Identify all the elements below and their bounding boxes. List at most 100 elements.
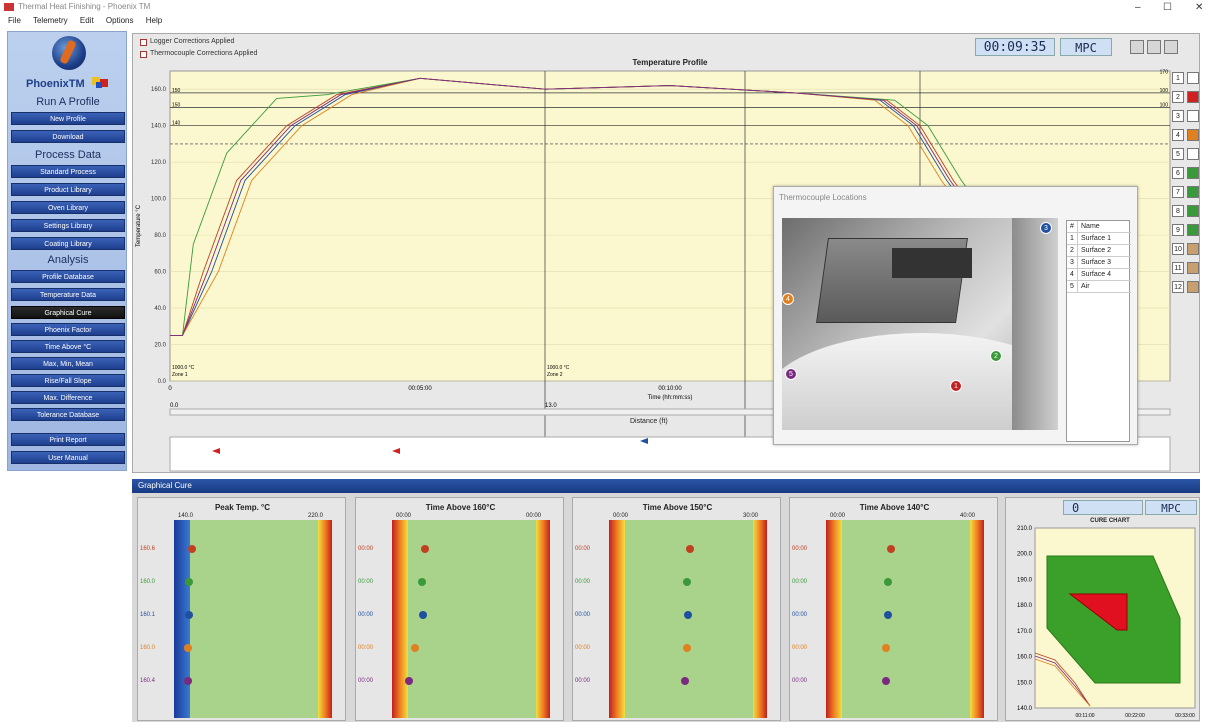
channel-color-swatch[interactable] — [1187, 186, 1199, 198]
channel-toggle-4[interactable]: 4 — [1172, 129, 1184, 141]
channel-toggle-5[interactable]: 5 — [1172, 148, 1184, 160]
minimize-button[interactable]: – — [1135, 1, 1141, 15]
nav-temperature-data[interactable]: Temperature Data — [11, 288, 125, 301]
lower-limit-band — [609, 520, 625, 718]
channel-color-swatch[interactable] — [1187, 72, 1199, 84]
app-icon — [4, 3, 14, 11]
channel-toggle-12[interactable]: 12 — [1172, 281, 1184, 293]
phoenix-logo-icon — [52, 36, 86, 70]
upper-limit-band — [318, 520, 332, 718]
nav-standard-process[interactable]: Standard Process — [11, 165, 125, 178]
close-button[interactable]: ✕ — [1195, 1, 1203, 15]
zone-temp-label: 1000.0 °C — [547, 365, 570, 371]
export-icon[interactable] — [1164, 40, 1178, 54]
nav-settings-library[interactable]: Settings Library — [11, 219, 125, 232]
zone-temp-label: 1000.0 °C — [172, 365, 195, 371]
in-spec-zone — [842, 520, 970, 718]
panel-min-label: 00:00 — [613, 513, 629, 519]
table-row[interactable]: 3 Surface 3 — [1067, 257, 1131, 269]
channel-value-label: 00:00 — [792, 546, 808, 552]
window-title: Thermal Heat Finishing - Phoenix TM — [18, 2, 151, 11]
nav-graphical-cure[interactable]: Graphical Cure — [11, 306, 125, 319]
channel-toggle-9[interactable]: 9 — [1172, 224, 1184, 236]
channel-color-swatch[interactable] — [1187, 167, 1199, 179]
menu-telemetry[interactable]: Telemetry — [33, 16, 68, 25]
channel-toggle-3[interactable]: 3 — [1172, 110, 1184, 122]
channel-result-dot — [886, 545, 895, 553]
print-icon[interactable] — [1147, 40, 1161, 54]
nav-rise-fall-slope[interactable]: Rise/Fall Slope — [11, 374, 125, 387]
x-tick-label: 00:05:00 — [408, 386, 432, 392]
nav-profile-database[interactable]: Profile Database — [11, 270, 125, 283]
cure-y-tick: 160.0 — [1017, 655, 1033, 661]
cure-panel-3: Time Above 150°C 00:00 30:00 00:00 00:00 00:0… — [572, 497, 781, 721]
marker-2: 2 — [990, 350, 1002, 362]
channel-toggle-1[interactable]: 1 — [1172, 72, 1184, 84]
panel-min-label: 00:00 — [396, 513, 412, 519]
menu-help[interactable]: Help — [146, 16, 162, 25]
channel-toggle-8[interactable]: 8 — [1172, 205, 1184, 217]
y-tick-label: 80.0 — [154, 233, 166, 239]
maximize-button[interactable]: ☐ — [1163, 1, 1172, 15]
table-row[interactable]: 1 Surface 1 — [1067, 233, 1131, 245]
nav-download[interactable]: Download — [11, 130, 125, 143]
channel-color-swatch[interactable] — [1187, 243, 1199, 255]
channel-toggle-11[interactable]: 11 — [1172, 262, 1184, 274]
channel-color-swatch[interactable] — [1187, 205, 1199, 217]
nav-print-report[interactable]: Print Report — [11, 433, 125, 446]
channel-color-swatch[interactable] — [1187, 129, 1199, 141]
menu-file[interactable]: File — [8, 16, 21, 25]
nav-new-profile[interactable]: New Profile — [11, 112, 125, 125]
nav-phoenix-factor[interactable]: Phoenix Factor — [11, 323, 125, 336]
y-tick-label: 140.0 — [151, 124, 167, 130]
channel-value-label: 00:00 — [358, 579, 374, 585]
channel-result-dot — [685, 545, 694, 553]
nav-product-library[interactable]: Product Library — [11, 183, 125, 196]
nav-oven-library[interactable]: Oven Library — [11, 201, 125, 214]
nav-tolerance-database[interactable]: Tolerance Database — [11, 408, 125, 421]
menu-edit[interactable]: Edit — [80, 16, 94, 25]
channel-result-dot — [882, 644, 890, 652]
table-header: # Name — [1067, 221, 1131, 233]
nav-max-difference[interactable]: Max. Difference — [11, 391, 125, 404]
thermocouple-corrections-checkbox[interactable] — [140, 51, 147, 58]
thermocouple-table: # Name 1 Surface 1 2 Surface 2 3 Surface 3 4… — [1066, 220, 1131, 442]
zone-name-label: Zone 1 — [172, 372, 188, 378]
dialog-title: Thermocouple Locations — [779, 193, 867, 202]
cure-x-tick: 00:33:00 — [1175, 713, 1195, 719]
channel-value-label: 160.1 — [140, 612, 156, 618]
table-row[interactable]: 2 Surface 2 — [1067, 245, 1131, 257]
channel-toggle-2[interactable]: 2 — [1172, 91, 1184, 103]
thermocouple-locations-dialog[interactable]: Thermocouple Locations 4 5 2 1 3 # Name 1… — [773, 186, 1138, 445]
panel-max-label: 00:00 — [525, 513, 541, 519]
table-row[interactable]: 5 Air — [1067, 281, 1131, 293]
y-tick-label: 0.0 — [158, 379, 167, 385]
y-tick-label: 60.0 — [154, 270, 166, 276]
cure-chart: 210.0 200.0 190.0 180.0 170.0 160.0 150.0 140.0… — [1017, 526, 1196, 719]
cure-value-display: 0 — [1063, 500, 1143, 515]
zoom-icon[interactable] — [1130, 40, 1144, 54]
channel-color-swatch[interactable] — [1187, 281, 1199, 293]
channel-toggle-7[interactable]: 7 — [1172, 186, 1184, 198]
logger-corrections-checkbox[interactable] — [140, 39, 147, 46]
cure-y-tick: 210.0 — [1017, 526, 1033, 532]
channel-color-swatch[interactable] — [1187, 91, 1199, 103]
table-row[interactable]: 4 Surface 4 — [1067, 269, 1131, 281]
nav-time-above[interactable]: Time Above °C — [11, 340, 125, 353]
channel-toggle-10[interactable]: 10 — [1172, 243, 1184, 255]
channel-color-swatch[interactable] — [1187, 110, 1199, 122]
menu-options[interactable]: Options — [106, 16, 134, 25]
channel-toggle-6[interactable]: 6 — [1172, 167, 1184, 179]
zone-name-label: Zone 2 — [547, 372, 563, 378]
nav-coating-library[interactable]: Coating Library — [11, 237, 125, 250]
panel-title: Time Above 160°C — [425, 503, 496, 512]
channel-color-swatch[interactable] — [1187, 224, 1199, 236]
app-window: Thermal Heat Finishing - Phoenix TM – ☐ … — [0, 0, 1219, 728]
channel-color-swatch[interactable] — [1187, 262, 1199, 274]
sidebar: PhoenixTM Run A Profile New Profile Down… — [7, 31, 127, 471]
nav-max-min-mean[interactable]: Max, Min, Mean — [11, 357, 125, 370]
nav-user-manual[interactable]: User Manual — [11, 451, 125, 464]
channel-value-label: 00:00 — [358, 546, 374, 552]
channel-color-swatch[interactable] — [1187, 148, 1199, 160]
in-spec-zone — [190, 520, 318, 718]
